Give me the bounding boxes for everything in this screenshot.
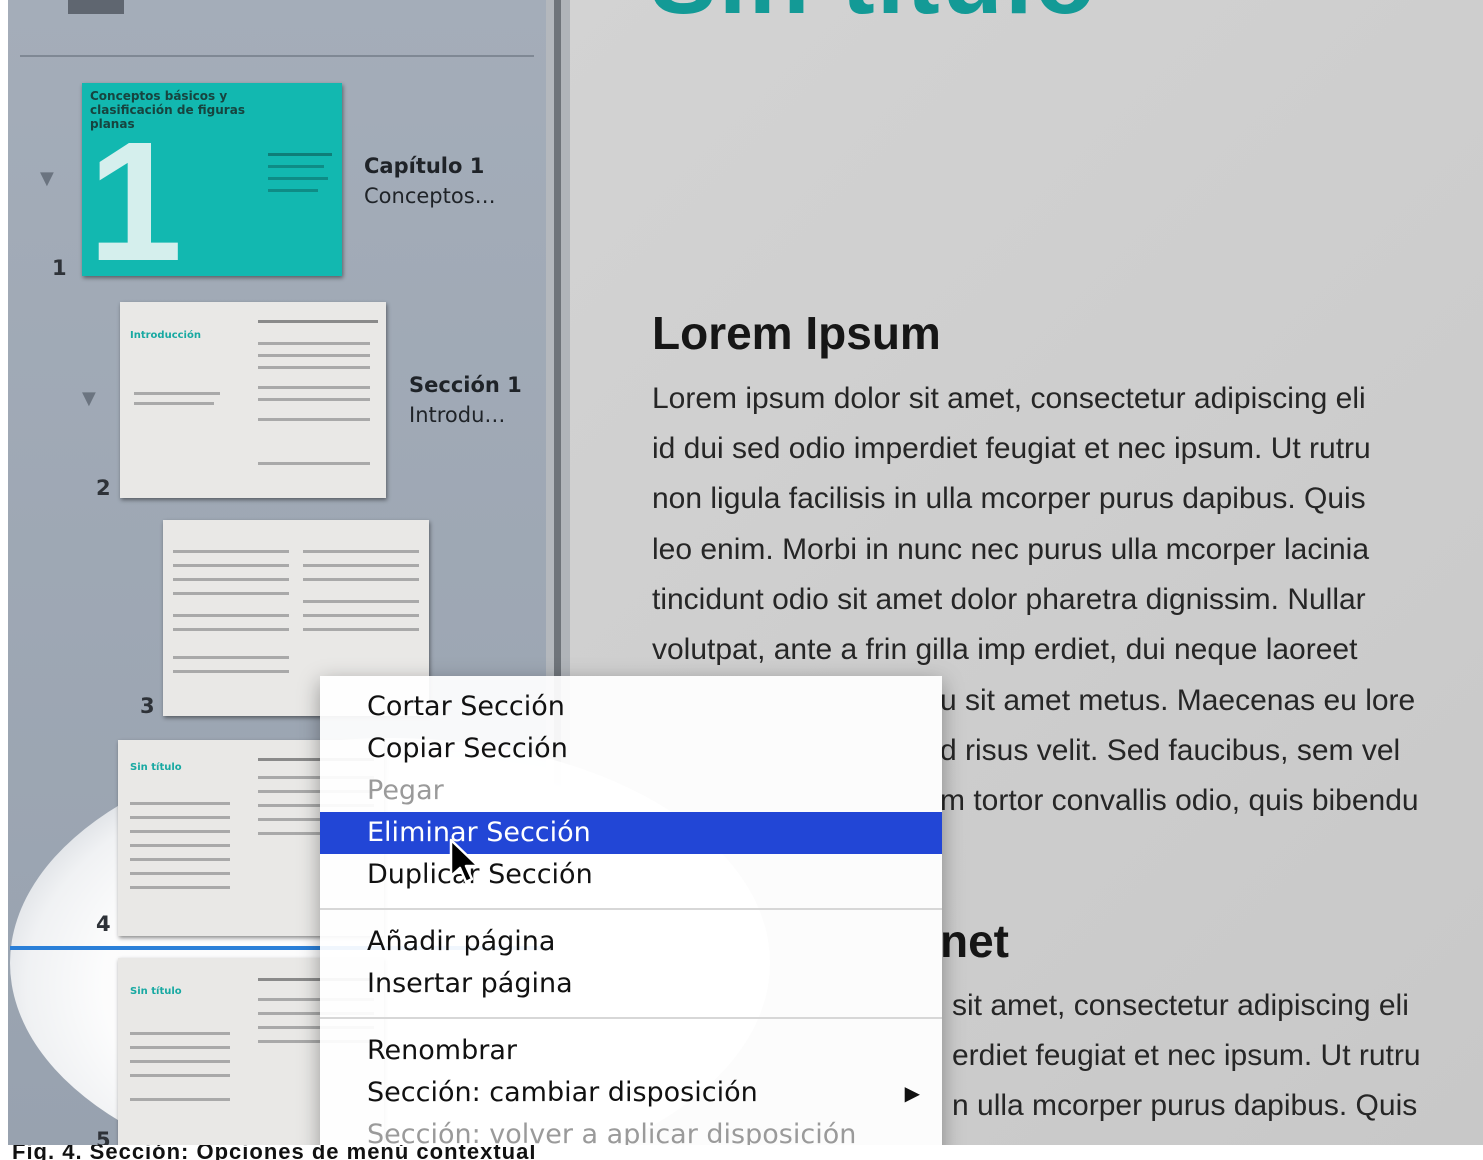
page-number: 2 (96, 476, 111, 500)
section-title: Sección 1 (409, 373, 522, 397)
heading-dolor-sit-amet[interactable]: net (940, 914, 1009, 968)
text-line: non ligula facilisis in ulla mcorper pur… (652, 482, 1366, 516)
thumbnail-chapter-number: 1 (88, 107, 183, 276)
text-line: tincidunt odio sit amet dolor pharetra d… (652, 582, 1366, 616)
text-line: volutpat, ante a frin gilla imp erdiet, … (652, 633, 1358, 667)
text-line: d risus velit. Sed faucibus, sem vel (940, 734, 1401, 768)
thumbnail-text-line (173, 578, 289, 581)
caption-text: Fig. 4. Sección: Opciones de menú contex… (12, 1145, 537, 1160)
text-line: id dui sed odio imperdiet feugiat et nec… (652, 432, 1371, 466)
menu-item-change-layout[interactable]: Sección: cambiar disposición (320, 1072, 942, 1114)
thumbnail-text-line (303, 600, 419, 603)
thumbnail-text-line (268, 153, 332, 156)
thumbnail-text-line (173, 592, 289, 595)
chapter-title: Capítulo 1 (364, 154, 485, 178)
section-subtitle: Introdu… (409, 403, 506, 427)
thumbnail-text-line (258, 342, 370, 345)
thumbnail-text-line (130, 1098, 230, 1101)
thumbnail-text-line (130, 1046, 230, 1049)
thumbnail-text-line (303, 550, 419, 553)
window-edge (0, 0, 8, 1160)
thumbnail-text-line (268, 165, 324, 168)
text-line: m tortor convallis odio, quis bibendu (940, 784, 1419, 818)
thumbnail-text-line (173, 656, 289, 659)
menu-separator (320, 908, 942, 910)
body-paragraph-2[interactable]: sit amet, consectetur adipiscing eli erd… (952, 981, 1483, 1132)
page-title[interactable]: Sin título (650, 0, 1098, 37)
thumbnail-text-line (173, 670, 289, 673)
chapter-label: Capítulo 1 Conceptos… (364, 151, 496, 211)
disclosure-triangle-icon[interactable]: ▼ (82, 388, 96, 409)
section-label: Sección 1 Introdu… (409, 370, 522, 430)
thumbnail-text-line (258, 320, 378, 323)
text-line: sit amet, consectetur adipiscing eli (952, 989, 1409, 1022)
body-paragraph-1-cont[interactable]: u sit amet metus. Maecenas eu lore d ris… (940, 676, 1483, 827)
thumbnail-text-line (130, 872, 230, 875)
thumbnail-text-line (173, 564, 289, 567)
thumbnail-text-line (303, 628, 419, 631)
thumbnail-text-line (173, 628, 289, 631)
menu-item-paste[interactable]: Pegar (320, 770, 942, 812)
page-number: 4 (96, 912, 111, 936)
thumbnail-text-line (130, 1074, 230, 1077)
thumbnail-text-line (134, 402, 214, 405)
body-paragraph-1[interactable]: Lorem ipsum dolor sit amet, consectetur … (652, 374, 1483, 675)
context-menu[interactable]: Cortar Sección Copiar Sección Pegar Elim… (320, 676, 942, 1160)
thumbnail-text-line (130, 858, 230, 861)
text-line: n ulla mcorper purus dapibus. Quis (952, 1089, 1418, 1123)
thumbnail-heading: Sin título (130, 986, 182, 997)
thumbnail-heading: Introducción (130, 330, 201, 341)
chapter-subtitle: Conceptos… (364, 184, 496, 208)
page-number: 3 (140, 694, 155, 718)
menu-item-cut-section[interactable]: Cortar Sección (320, 686, 942, 728)
thumbnail-text-line (258, 386, 370, 389)
menu-item-duplicate-section[interactable]: Duplicar Sección (320, 854, 942, 896)
thumbnail-text-line (130, 802, 230, 805)
thumbnail-text-line (258, 418, 370, 421)
thumbnail-text-line (268, 177, 328, 180)
sidebar-divider (20, 55, 534, 57)
thumbnail-text-line (173, 614, 289, 617)
menu-item-copy-section[interactable]: Copiar Sección (320, 728, 942, 770)
caption-strip: Fig. 4. Sección: Opciones de menú contex… (0, 1145, 1483, 1160)
thumbnail-text-line (268, 189, 318, 192)
thumbnail-text-line (130, 886, 230, 889)
thumbnail-text-line (134, 392, 220, 395)
menu-item-insert-page[interactable]: Insertar página (320, 963, 942, 1005)
thumbnail-text-line (303, 564, 419, 567)
text-line: u sit amet metus. Maecenas eu lore (940, 684, 1416, 717)
thumbnail-text-line (130, 844, 230, 847)
thumbnail-text-line (303, 578, 419, 581)
thumbnail-text-line (130, 1060, 230, 1063)
page-thumbnail-1[interactable]: Conceptos básicos y clasificación de fig… (82, 83, 342, 276)
thumbnail-text-line (130, 1032, 230, 1035)
disclosure-triangle-icon[interactable]: ▼ (40, 168, 54, 189)
thumbnail-text-line (258, 462, 370, 465)
menu-item-add-page[interactable]: Añadir página (320, 921, 942, 963)
thumbnail-text-line (303, 614, 419, 617)
submenu-arrow-icon: ▶ (904, 1081, 920, 1105)
thumbnail-text-line (173, 550, 289, 553)
sidebar-toolbar-icon[interactable] (68, 0, 124, 14)
page-thumbnail-2[interactable]: Introducción (120, 302, 386, 498)
text-line: leo enim. Morbi in nunc nec purus ulla m… (652, 532, 1370, 566)
menu-item-change-layout-row[interactable]: Sección: cambiar disposición ▶ (320, 1072, 942, 1114)
heading-lorem-ipsum[interactable]: Lorem Ipsum (652, 306, 941, 360)
text-line: erdiet feugiat et nec ipsum. Ut rutru (952, 1039, 1421, 1073)
thumbnail-heading: Sin título (130, 762, 182, 773)
thumbnail-text-line (258, 354, 370, 357)
text-line: Lorem ipsum dolor sit amet, consectetur … (652, 382, 1366, 415)
menu-separator (320, 1017, 942, 1019)
thumbnail-text-line (130, 830, 230, 833)
app-window: ▼ Conceptos básicos y clasificación de f… (0, 0, 1483, 1160)
page-number: 1 (52, 256, 67, 280)
menu-item-delete-section[interactable]: Eliminar Sección (320, 812, 942, 854)
thumbnail-text-line (258, 366, 370, 369)
mouse-pointer-icon (449, 838, 480, 884)
menu-item-rename[interactable]: Renombrar (320, 1030, 942, 1072)
thumbnail-text-line (130, 816, 230, 819)
thumbnail-text-line (258, 398, 370, 401)
